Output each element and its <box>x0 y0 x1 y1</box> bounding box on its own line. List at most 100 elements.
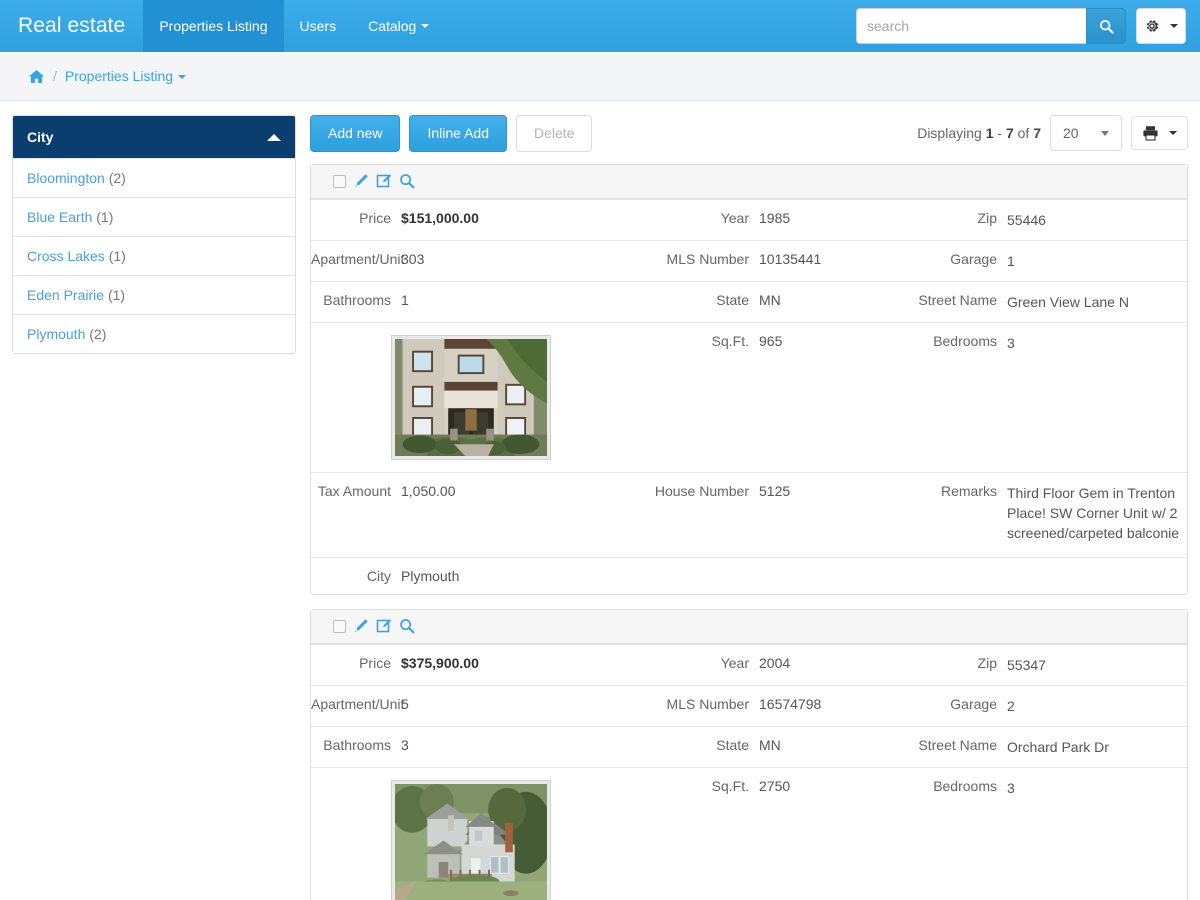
sidebar-facet-bloomington[interactable]: Bloomington (2) <box>13 158 295 197</box>
nav-item-label: Users <box>300 18 337 34</box>
field-mls-number: MLS Number 10135441 <box>631 241 897 277</box>
field-value: 2750 <box>759 778 790 794</box>
sidebar-facet-cross-lakes[interactable]: Cross Lakes (1) <box>13 236 295 275</box>
print-button[interactable] <box>1131 116 1188 150</box>
caret-up-icon[interactable] <box>267 134 281 141</box>
magnifier-icon[interactable] <box>399 618 415 634</box>
search-group <box>856 8 1126 44</box>
house-photo <box>391 780 551 900</box>
field-value: 5125 <box>759 483 790 499</box>
page-size-value: 20 <box>1063 125 1079 141</box>
facet-count: (1) <box>108 287 125 303</box>
field-label: Garage <box>897 251 1007 271</box>
field-label: Street Name <box>897 292 1007 312</box>
breadcrumb-current[interactable]: Properties Listing <box>65 68 186 84</box>
breadcrumb: / Properties Listing <box>14 62 1186 90</box>
field-mls-number: MLS Number 16574798 <box>631 686 897 722</box>
field-label: Year <box>631 655 759 671</box>
range-end: 7 <box>1006 125 1014 141</box>
field-price: Price $375,900.00 <box>311 645 631 681</box>
add-new-button[interactable]: Add new <box>310 115 400 152</box>
field-value: MN <box>759 737 781 753</box>
field-street-name: Street Name Green View Lane N <box>897 282 1187 322</box>
nav-items: Properties Listing Users Catalog <box>143 0 445 52</box>
field-value: 2 <box>1007 696 1015 716</box>
delete-button[interactable]: Delete <box>516 115 592 152</box>
city-facet-title: City <box>27 129 53 145</box>
field-year: Year 2004 <box>631 645 897 681</box>
magnifier-icon[interactable] <box>399 173 415 189</box>
navbar-right-controls <box>856 0 1200 52</box>
field-value: Plymouth <box>401 568 459 584</box>
nav-item-users[interactable]: Users <box>284 0 353 52</box>
record-field-row: Bathrooms 3 State MN Street Name Orchard… <box>311 726 1187 767</box>
main-content: Add new Inline Add Delete Displaying 1 -… <box>310 115 1188 900</box>
field-remarks: Remarks Third Floor Gem in Trenton Place… <box>897 473 1187 553</box>
field-label: Garage <box>897 696 1007 716</box>
pencil-icon[interactable] <box>353 173 369 189</box>
displaying-status: Displaying 1 - 7 of 7 <box>917 125 1041 141</box>
field-state: State MN <box>631 727 897 763</box>
field-price: Price $151,000.00 <box>311 200 631 236</box>
pencil-icon[interactable] <box>353 618 369 634</box>
field-label: Apartment/Unit <box>311 696 401 712</box>
row-select-checkbox[interactable] <box>333 620 346 633</box>
field-value: $375,900.00 <box>401 655 479 671</box>
page-size-select[interactable]: 20 <box>1050 115 1122 151</box>
field-value: 3 <box>1007 778 1015 798</box>
field-house-number: House Number 5125 <box>631 473 897 509</box>
field-value: 3 <box>1007 333 1015 353</box>
record-card: Price $151,000.00 Year 1985 Zip 55446 Ap… <box>310 164 1188 595</box>
field-year: Year 1985 <box>631 200 897 236</box>
field-street-name: Street Name Orchard Park Dr <box>897 727 1187 767</box>
settings-button[interactable] <box>1136 8 1186 44</box>
field-tax-amount: Tax Amount 1,050.00 <box>311 473 631 509</box>
field-apartment-unit: Apartment/Unit 303 <box>311 241 631 277</box>
apartment-building-photo <box>391 335 551 460</box>
field-value: 55446 <box>1007 210 1046 230</box>
chevron-down-icon <box>1169 131 1177 135</box>
search-input[interactable] <box>856 8 1086 44</box>
sidebar: City Bloomington (2) Blue Earth (1) Cros… <box>12 115 296 354</box>
field-apartment-unit: Apartment/Unit 5 <box>311 686 631 722</box>
sidebar-facet-plymouth[interactable]: Plymouth (2) <box>13 314 295 353</box>
field-value: 3 <box>401 737 409 753</box>
record-field-row: Apartment/Unit 303 MLS Number 10135441 G… <box>311 240 1187 281</box>
row-select-checkbox[interactable] <box>333 175 346 188</box>
field-value: Third Floor Gem in Trenton Place! SW Cor… <box>1007 483 1187 543</box>
facet-label: Cross Lakes <box>27 248 105 264</box>
field-value: 16574798 <box>759 696 821 712</box>
page-root: Real estate Properties Listing Users Cat… <box>0 0 1200 900</box>
field-label: Zip <box>897 655 1007 675</box>
field-value: 303 <box>401 251 424 267</box>
field-sqft: Sq.Ft. 2750 <box>631 768 897 804</box>
brand-logo[interactable]: Real estate <box>0 0 143 52</box>
field-label: House Number <box>631 483 759 499</box>
field-empty <box>631 558 897 578</box>
sidebar-facet-blue-earth[interactable]: Blue Earth (1) <box>13 197 295 236</box>
facet-count: (2) <box>109 170 126 186</box>
record-field-row: Tax Amount 1,050.00 House Number 5125 Re… <box>311 472 1187 557</box>
field-label: Tax Amount <box>311 483 401 499</box>
field-photo <box>311 323 631 472</box>
edit-square-icon[interactable] <box>376 173 392 189</box>
facet-label: Blue Earth <box>27 209 92 225</box>
search-button[interactable] <box>1086 8 1126 44</box>
nav-item-catalog[interactable]: Catalog <box>352 0 445 52</box>
field-label: Zip <box>897 210 1007 230</box>
city-facet-header[interactable]: City <box>13 116 295 158</box>
range-start: 1 <box>986 125 994 141</box>
field-value: MN <box>759 292 781 308</box>
field-value: $151,000.00 <box>401 210 479 226</box>
sidebar-facet-eden-prairie[interactable]: Eden Prairie (1) <box>13 275 295 314</box>
field-value: 55347 <box>1007 655 1046 675</box>
facet-count: (1) <box>109 248 126 264</box>
edit-square-icon[interactable] <box>376 618 392 634</box>
field-zip: Zip 55446 <box>897 200 1187 240</box>
home-icon[interactable] <box>28 69 45 84</box>
inline-add-button[interactable]: Inline Add <box>409 115 507 152</box>
nav-item-properties-listing[interactable]: Properties Listing <box>143 0 283 52</box>
displaying-prefix: Displaying <box>917 125 982 141</box>
printer-icon <box>1142 125 1159 141</box>
page-body: City Bloomington (2) Blue Earth (1) Cros… <box>0 101 1200 900</box>
